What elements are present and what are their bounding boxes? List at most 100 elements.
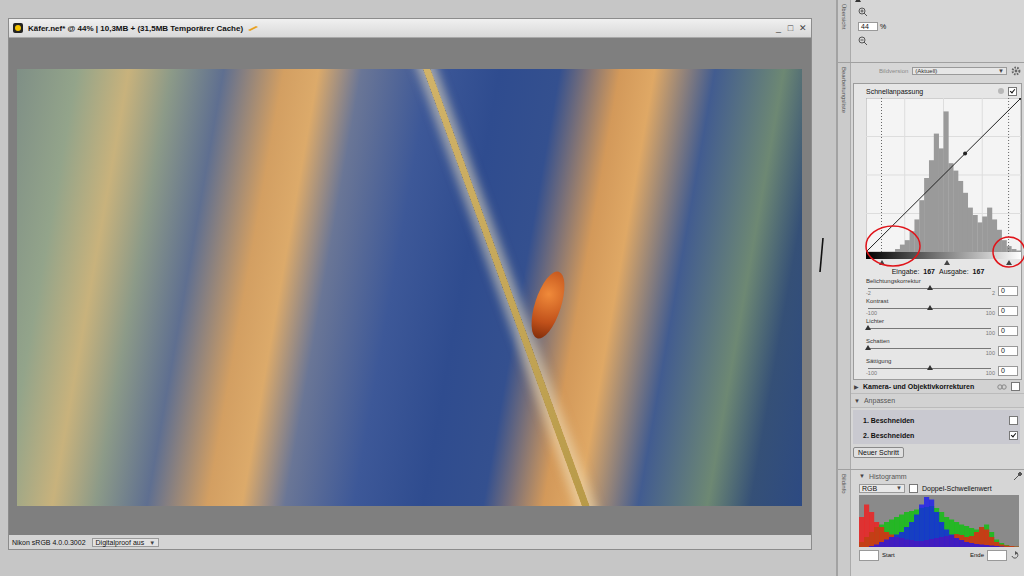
histogram-bar (974, 544, 979, 547)
slider-min: -2 (866, 290, 871, 297)
step-row[interactable]: 2. Beschneiden (863, 429, 1018, 442)
slider-thumb[interactable] (927, 285, 933, 290)
version-label: Bildversion (879, 68, 908, 74)
histogram-bar (869, 546, 874, 547)
histogram-bar (934, 134, 939, 252)
start-field[interactable] (859, 550, 879, 561)
histogram-bar (1014, 546, 1019, 547)
histogram-bar (963, 193, 968, 252)
histogram-bar (944, 517, 949, 547)
histogram-bar (924, 497, 929, 547)
proof-dropdown[interactable]: Digitalproof aus ▼ (92, 538, 160, 547)
new-step-button[interactable]: Neuer Schritt (853, 447, 904, 458)
histogram-bar (1009, 546, 1014, 547)
photo[interactable] (17, 69, 802, 506)
histogram-bar (914, 515, 919, 548)
histogram-bar (900, 245, 905, 252)
slider-value[interactable]: 0 (998, 326, 1018, 336)
end-field[interactable] (987, 550, 1007, 561)
histogram-bar (910, 231, 915, 252)
nikon-logo-icon (13, 23, 23, 33)
version-dropdown[interactable]: (Aktuell)▼ (912, 67, 1007, 75)
slider-thumb[interactable] (927, 365, 933, 370)
histogram-bar (959, 525, 964, 548)
blue-series (869, 497, 1004, 547)
histogram-bar (977, 222, 982, 252)
histogram-bar (958, 181, 963, 252)
step-checkbox[interactable] (1009, 416, 1018, 425)
slider-row: Sättigung-1001000 (866, 357, 1020, 377)
annotation-line (817, 236, 827, 276)
edit-list-tab[interactable]: Bearbeitungsliste (838, 63, 851, 469)
window-button[interactable]: □ (786, 23, 795, 33)
histogram-bar (1014, 547, 1019, 548)
zoom-field[interactable]: 44 (858, 22, 878, 31)
slider-value[interactable]: 0 (998, 346, 1018, 356)
slider-track[interactable] (868, 328, 991, 329)
slider-thumb[interactable] (927, 305, 933, 310)
histogram-bar (994, 540, 999, 548)
histogram-header[interactable]: ▼Histogramm (859, 470, 1022, 482)
camera-corrections-header[interactable]: ▶Kamera- und Objektivkorrekturen (851, 380, 1024, 394)
overview-tab[interactable]: Übersicht (838, 0, 851, 62)
histogram-bar (939, 512, 944, 547)
histogram-bar (997, 230, 1002, 252)
histogram-bar (982, 216, 987, 252)
slider-track[interactable] (868, 288, 991, 289)
step-row[interactable]: 1. Beschneiden (863, 414, 1018, 427)
curve-point[interactable] (866, 250, 868, 252)
histogram-bar (929, 160, 934, 252)
tone-curve[interactable] (866, 98, 1021, 252)
histogram-bar (924, 178, 929, 252)
quick-fix-checkbox[interactable] (1008, 87, 1017, 96)
histogram-bar (909, 511, 914, 547)
link-icon[interactable] (997, 383, 1007, 391)
channel-dropdown[interactable]: RGB▼ (859, 484, 905, 493)
reset-icon[interactable] (998, 88, 1004, 94)
title-bar[interactable]: Käfer.nef* @ 44% | 10,3MB + (31,5MB Temp… (9, 19, 811, 38)
slider-track[interactable] (868, 348, 991, 349)
step-checkbox[interactable] (1009, 431, 1018, 440)
adjust-header[interactable]: ▼Anpassen (851, 394, 1024, 408)
histogram-bar (999, 543, 1004, 547)
slider-value[interactable]: 0 (998, 286, 1018, 296)
zoom-in-icon[interactable] (858, 7, 868, 17)
window-button[interactable]: ✕ (798, 23, 807, 33)
eyedropper-icon[interactable] (1013, 472, 1022, 481)
histogram-bar (989, 532, 994, 547)
slider-thumb[interactable] (865, 345, 871, 350)
histogram-bar (1014, 546, 1019, 547)
slider-max: 100 (986, 310, 995, 317)
histogram-bar (959, 535, 964, 547)
histogram-bar (964, 542, 969, 547)
slider-value[interactable]: 0 (998, 306, 1018, 316)
reset-arrow-icon[interactable] (1010, 551, 1019, 560)
curve-chart[interactable] (866, 98, 1021, 252)
slider-label: Lichter (866, 318, 995, 325)
level-handle[interactable] (879, 260, 885, 265)
histogram-bar (979, 527, 984, 547)
level-handle[interactable] (944, 260, 950, 265)
window-button[interactable]: _ (774, 23, 783, 33)
edit-list-section: Bearbeitungsliste Bildversion (Aktuell)▼ Sc… (838, 63, 1024, 470)
slider-track[interactable] (868, 368, 991, 369)
document-window: Käfer.nef* @ 44% | 10,3MB + (31,5MB Temp… (8, 18, 812, 550)
quick-fix-title: Schnellanpassung (866, 88, 994, 95)
slider-thumb[interactable] (865, 325, 871, 330)
slider-row: Belichtungskorrektur-220 (866, 277, 1020, 297)
zoom-out-icon[interactable] (858, 36, 868, 46)
slider-track[interactable] (868, 308, 991, 309)
level-handle[interactable] (1006, 260, 1012, 265)
slider-value[interactable]: 0 (998, 366, 1018, 376)
thumbnail[interactable] (855, 0, 861, 2)
histogram-bar (1009, 546, 1014, 547)
image-info-tab[interactable]: Bildinfo (838, 470, 851, 576)
quick-fix-panel: SchnellanpassungEingabe:167Ausgabe:167Be… (853, 83, 1022, 380)
curve-point[interactable] (1019, 98, 1021, 100)
gear-icon[interactable] (1011, 66, 1021, 76)
dual-threshold-checkbox[interactable] (909, 484, 918, 493)
camera-corrections-checkbox[interactable] (1011, 382, 1020, 391)
histogram-bar (999, 545, 1004, 548)
slider-min: -100 (866, 370, 877, 377)
curve-point[interactable] (963, 152, 967, 156)
